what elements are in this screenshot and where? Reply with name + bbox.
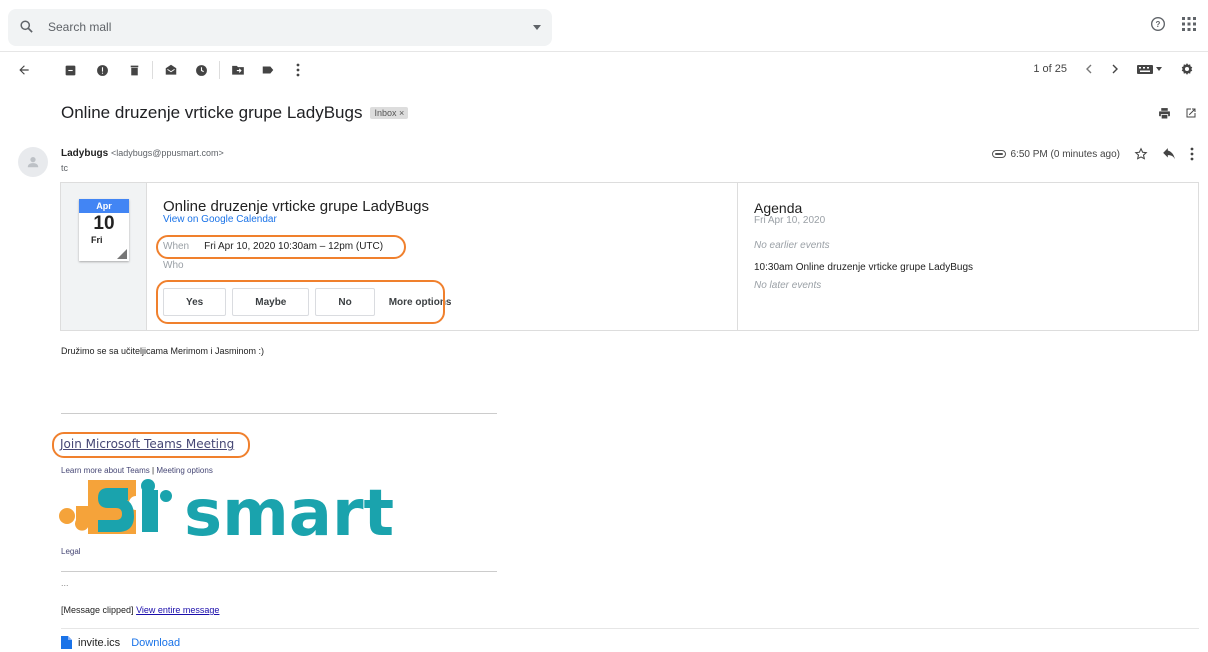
search-input[interactable]: Search mall — [48, 20, 111, 34]
attachment-name[interactable]: invite.ics — [78, 637, 120, 649]
legal-link[interactable]: Legal — [61, 547, 81, 556]
meeting-options-link[interactable]: Meeting options — [156, 466, 212, 475]
message-body-text: Družimo se sa učiteljicama Merimom i Jas… — [61, 346, 265, 356]
join-teams-meeting-link[interactable]: Join Microsoft Teams Meeting — [60, 437, 234, 451]
pagination: 1 of 25 — [1033, 62, 1194, 76]
attachment-divider — [61, 628, 1199, 629]
sender-name[interactable]: Ladybugs — [61, 148, 108, 159]
file-icon — [61, 636, 72, 649]
print-icon[interactable] — [1158, 107, 1171, 120]
reply-icon[interactable] — [1162, 148, 1176, 160]
message-meta: 6:50 PM (0 minutes ago) — [991, 147, 1195, 161]
move-to-folder-icon[interactable] — [230, 62, 246, 78]
message-toolbar — [16, 60, 306, 80]
page-fold — [117, 249, 127, 259]
help-icon[interactable]: ? — [1150, 16, 1166, 32]
subject-title: Online druzenje vrticke grupe LadyBugs — [61, 103, 363, 122]
inbox-label-chip[interactable]: Inbox × — [370, 107, 409, 119]
signature-divider — [61, 571, 497, 572]
message-subject: Online druzenje vrticke grupe LadyBugs I… — [61, 103, 409, 123]
calendar-day: 10 — [93, 213, 115, 234]
no-earlier-events: No earlier events — [754, 240, 830, 251]
download-link[interactable]: Download — [131, 637, 180, 649]
pager-text: 1 of 25 — [1033, 63, 1067, 75]
report-spam-icon[interactable] — [94, 62, 110, 78]
trimmed-content-toggle[interactable]: ... — [61, 578, 69, 588]
who-label: Who — [163, 260, 184, 271]
mark-unread-icon[interactable] — [163, 62, 179, 78]
agenda-event: 10:30am Online druzenje vrticke grupe La… — [754, 262, 974, 273]
label-icon[interactable] — [260, 62, 276, 78]
message-clipped-notice: [Message clipped] View entire message — [61, 605, 219, 615]
toolbar-separator — [152, 61, 153, 79]
svg-text:?: ? — [1156, 20, 1161, 29]
snooze-clock-icon[interactable] — [193, 62, 209, 78]
archive-icon[interactable] — [62, 62, 78, 78]
calendar-weekday: Fri — [91, 235, 103, 245]
sender-avatar[interactable] — [18, 147, 48, 177]
view-entire-message-link[interactable]: View entire message — [136, 605, 219, 615]
message-more-icon[interactable] — [1190, 147, 1194, 161]
svg-text:smart: smart — [184, 477, 394, 540]
agenda-panel: Agenda Fri Apr 10, 2020 No earlier event… — [737, 183, 1198, 330]
apps-grid-icon[interactable] — [1182, 17, 1196, 31]
next-page-icon[interactable] — [1111, 64, 1119, 74]
input-tools-icon[interactable] — [1137, 64, 1162, 74]
view-on-calendar-link[interactable]: View on Google Calendar — [163, 214, 277, 225]
mini-calendar-icon: Apr 10 Fri — [79, 199, 129, 261]
agenda-date: Fri Apr 10, 2020 — [754, 215, 826, 226]
sender-line: Ladybugs <ladybugs@ppusmart.com> — [61, 148, 224, 159]
recipient-line[interactable]: tc — [61, 163, 68, 173]
event-title: Online druzenje vrticke grupe LadyBugs — [163, 198, 429, 215]
star-icon[interactable] — [1134, 147, 1148, 161]
attachment-clip-icon — [991, 150, 1006, 158]
no-later-events: No later events — [754, 280, 822, 291]
open-new-window-icon[interactable] — [1185, 107, 1197, 119]
clipped-label: [Message clipped] — [61, 605, 134, 615]
search-bar[interactable]: Search mall — [8, 9, 552, 46]
invite-date-column: Apr 10 Fri — [61, 183, 147, 330]
teams-links: Learn more about Teams | Meeting options — [61, 466, 213, 475]
delete-icon[interactable] — [126, 62, 142, 78]
more-vert-icon[interactable] — [290, 62, 306, 78]
agenda-title: Agenda — [754, 200, 803, 216]
search-options-icon[interactable] — [533, 25, 541, 30]
body-divider — [61, 413, 497, 414]
attachment-row: invite.ics Download — [61, 636, 180, 649]
search-icon[interactable] — [19, 19, 34, 34]
sender-email: <ladybugs@ppusmart.com> — [111, 148, 224, 158]
calendar-month: Apr — [79, 199, 129, 213]
rsvp-highlight-outline — [156, 280, 445, 324]
prev-page-icon[interactable] — [1085, 64, 1093, 74]
learn-more-link[interactable]: Learn more about Teams — [61, 466, 150, 475]
toolbar-separator — [219, 61, 220, 79]
back-arrow-icon[interactable] — [16, 62, 32, 78]
settings-gear-icon[interactable] — [1180, 62, 1194, 76]
when-highlight-outline — [156, 235, 406, 259]
smart-logo: smart — [58, 476, 420, 540]
message-time: 6:50 PM (0 minutes ago) — [1010, 148, 1121, 160]
header-divider — [0, 51, 1208, 52]
